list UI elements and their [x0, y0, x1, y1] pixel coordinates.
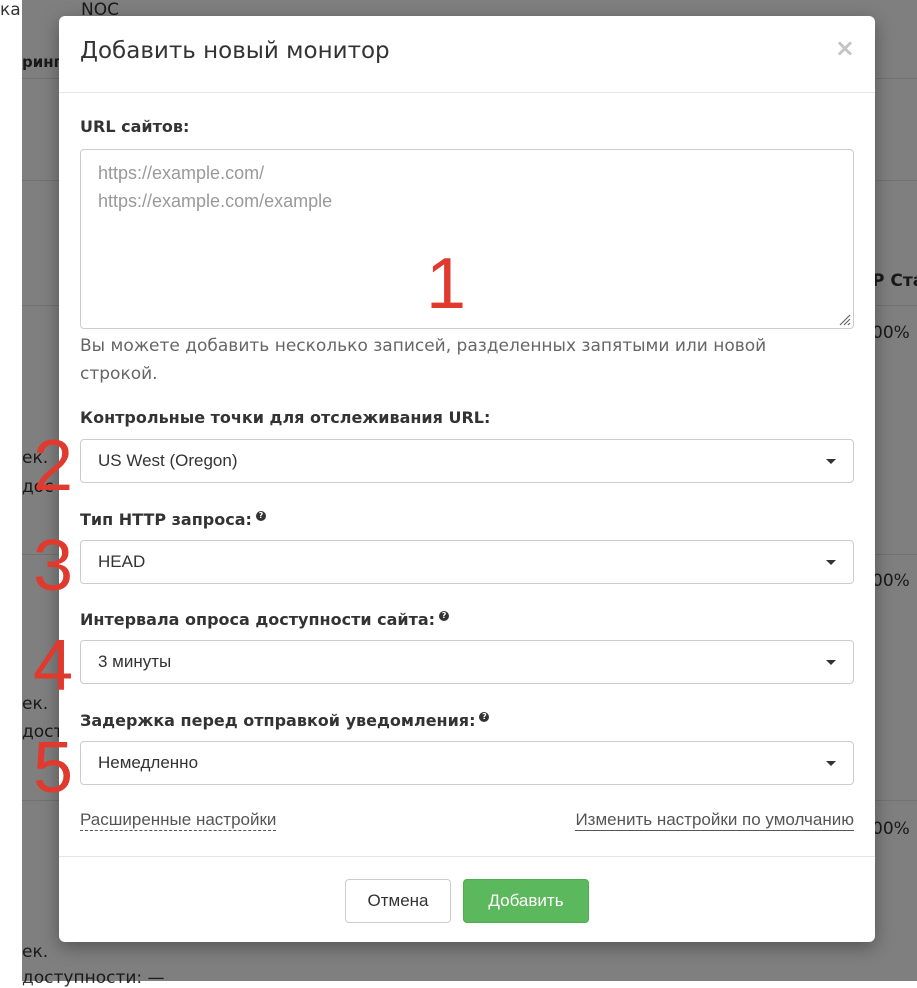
interval-label: Интервала опроса доступности сайта:?	[80, 610, 450, 629]
help-icon[interactable]: ?	[439, 611, 450, 621]
interval-select[interactable]: 3 минуты	[80, 640, 854, 684]
http-type-value: HEAD	[98, 552, 146, 571]
caret-down-icon	[826, 459, 836, 464]
urls-placeholder-line: https://example.com/	[98, 163, 265, 183]
change-defaults-link[interactable]: Изменить настройки по умолчанию	[575, 810, 854, 831]
caret-down-icon	[826, 560, 836, 565]
delay-select[interactable]: Немедленно	[80, 741, 854, 785]
caret-down-icon	[826, 761, 836, 766]
checkpoints-select[interactable]: US West (Oregon)	[80, 439, 854, 483]
help-icon[interactable]: ?	[255, 511, 266, 521]
annotation-number-4: 4	[33, 626, 74, 706]
http-type-label-text: Тип HTTP запроса:	[80, 510, 252, 529]
interval-label-text: Интервала опроса доступности сайта:	[80, 610, 436, 629]
modal-footer: Отмена Добавить	[59, 856, 875, 942]
add-button[interactable]: Добавить	[463, 879, 589, 923]
bg-top-left-text: ка	[0, 0, 21, 20]
delay-label: Задержка перед отправкой уведомления:?	[80, 711, 490, 730]
advanced-settings-link[interactable]: Расширенные настройки	[80, 810, 277, 831]
http-type-select[interactable]: HEAD	[80, 540, 854, 584]
urls-placeholder-line: https://example.com/example	[98, 191, 333, 211]
resize-handle-icon[interactable]	[837, 312, 851, 326]
http-type-label: Тип HTTP запроса:?	[80, 510, 266, 529]
checkpoints-value: US West (Oregon)	[98, 451, 238, 470]
urls-hint: Вы можете добавить несколько записей, ра…	[80, 336, 767, 384]
modal-header: Добавить новый монитор ×	[59, 16, 875, 93]
annotation-number-5: 5	[33, 728, 74, 808]
add-monitor-modal: Добавить новый монитор × URL сайтов: htt…	[59, 16, 875, 942]
urls-label: URL сайтов:	[80, 117, 190, 136]
urls-textarea[interactable]: https://example.com/ https://example.com…	[80, 149, 854, 329]
interval-value: 3 минуты	[98, 652, 172, 671]
help-icon[interactable]: ?	[479, 712, 490, 722]
left-gutter	[0, 0, 22, 981]
checkpoints-label: Контрольные точки для отслеживания URL:	[80, 408, 491, 427]
delay-label-text: Задержка перед отправкой уведомления:	[80, 711, 476, 730]
annotation-number-1: 1	[426, 244, 467, 324]
annotation-number-2: 2	[33, 426, 74, 506]
modal-title: Добавить новый монитор	[80, 38, 390, 64]
close-icon[interactable]: ×	[835, 36, 855, 60]
annotation-number-3: 3	[33, 526, 74, 606]
caret-down-icon	[826, 660, 836, 665]
cancel-button[interactable]: Отмена	[345, 879, 451, 923]
delay-value: Немедленно	[98, 753, 199, 772]
